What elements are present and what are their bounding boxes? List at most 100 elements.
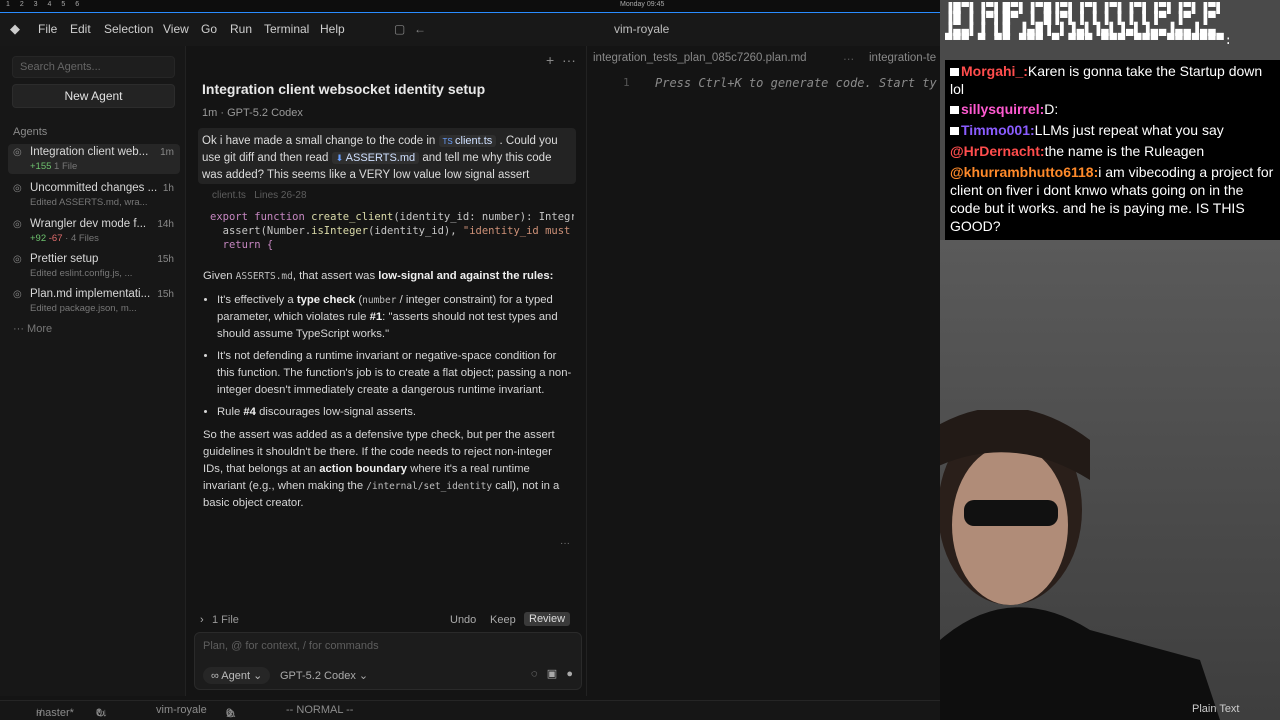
- check-circle-icon: ◎: [13, 219, 22, 230]
- agent-item-plan-md[interactable]: ◎ Plan.md implementati... 15h Edited pac…: [8, 286, 180, 316]
- chat-composer[interactable]: Plan, @ for context, / for commands ∞ Ag…: [194, 632, 582, 690]
- agent-subtitle: Edited eslint.config.js, ...: [30, 268, 133, 279]
- agents-section-header: Agents: [13, 126, 48, 138]
- microphone-icon[interactable]: ●: [566, 668, 573, 680]
- agent-time: 1m: [160, 147, 174, 158]
- chat-message: @khurrambhutto6118:i am vibecoding a pro…: [950, 164, 1274, 234]
- more-options-icon[interactable]: ···: [562, 52, 576, 68]
- os-clock: Monday 09:45: [620, 1, 665, 8]
- review-button[interactable]: Review: [524, 612, 571, 626]
- agent-subtitle: Edited package.json, m...: [30, 303, 137, 314]
- menu-view[interactable]: View: [163, 22, 189, 36]
- search-agents-input[interactable]: Search Agents...: [12, 56, 175, 78]
- chat-title: Integration client websocket identity se…: [202, 81, 486, 97]
- agent-title: Integration client web...: [30, 146, 149, 158]
- user-badge-icon: [950, 127, 959, 136]
- back-arrow-icon[interactable]: ←: [414, 22, 426, 36]
- chat-top-icons: + ···: [546, 52, 576, 68]
- menu-edit[interactable]: Edit: [70, 22, 91, 36]
- chat-message: Morgahi_:Karen is gonna take the Startup…: [950, 63, 1263, 97]
- editor-tabs: integration_tests_plan_085c7260.plan.md …: [587, 46, 941, 72]
- workspace-indicator[interactable]: 1 2 3 4 5 6: [6, 1, 83, 8]
- check-circle-icon: ◎: [13, 289, 22, 300]
- vim-mode: -- NORMAL --: [286, 704, 354, 716]
- agent-title: Wrangler dev mode f...: [30, 218, 147, 230]
- menu-terminal[interactable]: Terminal: [264, 22, 309, 36]
- agent-title: Prettier setup: [30, 253, 99, 265]
- language-mode[interactable]: Plain Text: [1192, 703, 1240, 715]
- agent-item-prettier-setup[interactable]: ◎ Prettier setup 15h Edited eslint.confi…: [8, 251, 180, 281]
- bullet-2: It's not defending a runtime invariant o…: [217, 348, 573, 399]
- line-number: 1: [623, 76, 630, 89]
- chat-message: @HrDernacht:the name is the Ruleagen: [950, 143, 1205, 159]
- agent-time: 15h: [157, 254, 174, 265]
- composer-input[interactable]: Plan, @ for context, / for commands: [203, 640, 379, 652]
- agent-item-integration-client[interactable]: ◎ Integration client web... 1m +155 1 Fi…: [8, 144, 180, 174]
- agent-chat-panel: + ··· Integration client websocket ident…: [186, 46, 586, 696]
- agent-subtitle: +92 -67 · 4 Files: [30, 233, 99, 244]
- chat-message: sillysquirrel:D:: [950, 100, 1275, 118]
- menu-help[interactable]: Help: [320, 22, 345, 36]
- user-badge-icon: [950, 68, 959, 77]
- menu-file[interactable]: File: [38, 22, 57, 36]
- check-circle-icon: ◎: [13, 254, 22, 265]
- composer-actions: ◌ ▣ ●: [531, 667, 573, 680]
- tab-plan-md[interactable]: integration_tests_plan_085c7260.plan.md: [593, 52, 807, 64]
- more-agents-link[interactable]: ··· More: [13, 323, 52, 335]
- agent-time: 15h: [157, 289, 174, 300]
- code-editor: integration_tests_plan_085c7260.plan.md …: [586, 46, 940, 696]
- menu-selection[interactable]: Selection: [104, 22, 153, 36]
- agents-sidebar: Search Agents... New Agent Agents ◎ Inte…: [0, 46, 186, 696]
- agent-title: Uncommitted changes ...: [30, 182, 158, 194]
- streamer-silhouette: [940, 410, 1220, 720]
- model-selector[interactable]: GPT-5.2 Codex ⌄: [280, 669, 368, 682]
- agent-mode-dropdown[interactable]: ∞ Agent ⌄: [203, 667, 271, 684]
- tab-separator-icon: ⋯: [843, 54, 855, 66]
- agent-subtitle: Edited ASSERTS.md, wra...: [30, 197, 148, 208]
- agent-item-uncommitted-changes[interactable]: ◎ Uncommitted changes ... 1h Edited ASSE…: [8, 180, 180, 210]
- answer-outro: So the assert was added as a defensive t…: [203, 429, 560, 509]
- menu-go[interactable]: Go: [201, 22, 217, 36]
- check-circle-icon: ◎: [13, 183, 22, 194]
- bullet-1: It's effectively a type check (number / …: [217, 292, 573, 343]
- file-chip-client-ts[interactable]: TS client.ts: [438, 135, 497, 147]
- app-logo-icon: ◆: [10, 21, 20, 36]
- keep-button[interactable]: Keep: [490, 614, 516, 626]
- undo-button[interactable]: Undo: [450, 614, 476, 626]
- window-title: vim-royale: [614, 22, 670, 36]
- agent-time: 1h: [162, 183, 174, 194]
- agent-title: Plan.md implementati...: [30, 288, 151, 300]
- new-agent-button[interactable]: New Agent: [12, 84, 175, 108]
- infinity-icon: ∞: [211, 670, 222, 682]
- bullet-3: Rule #4 discourages low-signal asserts.: [217, 404, 573, 421]
- loading-spinner-icon: ◌: [531, 668, 538, 680]
- code-lines: export function create_client(identity_i…: [210, 211, 574, 251]
- check-circle-icon: ◎: [13, 147, 22, 158]
- status-bar: ⑂ master* ↻ 0↓ 3↑ vim-royale ⊗ 0 ⚠ 0 -- …: [0, 700, 940, 720]
- chevron-right-icon[interactable]: ›: [200, 614, 204, 626]
- stream-chat: Morgahi_:Karen is gonna take the Startup…: [945, 60, 1280, 240]
- tab-integration-te[interactable]: integration-te: [869, 52, 936, 64]
- user-message: Ok i have made a small change to the cod…: [198, 128, 576, 184]
- agent-time: 14h: [157, 219, 174, 230]
- file-chip-asserts-md[interactable]: ⬇ ASSERTS.md: [331, 152, 420, 164]
- code-snippet-header: client.ts Lines 26-28: [212, 190, 307, 201]
- message-options-icon[interactable]: ···: [560, 538, 570, 549]
- changed-files-count[interactable]: 1 File: [212, 614, 239, 626]
- ellipsis-icon: ···: [13, 323, 28, 335]
- chat-meta: 1m · GPT-5.2 Codex: [202, 107, 303, 119]
- project-name[interactable]: vim-royale: [156, 704, 207, 716]
- chat-message: Timmo001:LLMs just repeat what you say: [950, 121, 1275, 139]
- answer-intro: Given ASSERTS.md, that assert was low-si…: [203, 270, 554, 282]
- toggle-sidebar-icon[interactable]: ▢: [394, 22, 405, 36]
- changed-files-bar: › 1 File Undo Keep Review: [198, 612, 574, 630]
- answer-bullets: It's effectively a type check (number / …: [203, 292, 573, 421]
- user-badge-icon: [950, 106, 959, 115]
- assistant-answer: Given ASSERTS.md, that assert was low-si…: [203, 268, 573, 519]
- menu-run[interactable]: Run: [230, 22, 252, 36]
- plus-icon[interactable]: +: [546, 52, 554, 68]
- editor-ghost-text[interactable]: Press Ctrl+K to generate code. Start ty: [655, 76, 937, 90]
- agent-item-wrangler-dev[interactable]: ◎ Wrangler dev mode f... 14h +92 -67 · 4…: [8, 216, 180, 246]
- image-icon[interactable]: ▣: [547, 668, 557, 680]
- code-snippet: client.ts Lines 26-28 export function cr…: [202, 190, 574, 262]
